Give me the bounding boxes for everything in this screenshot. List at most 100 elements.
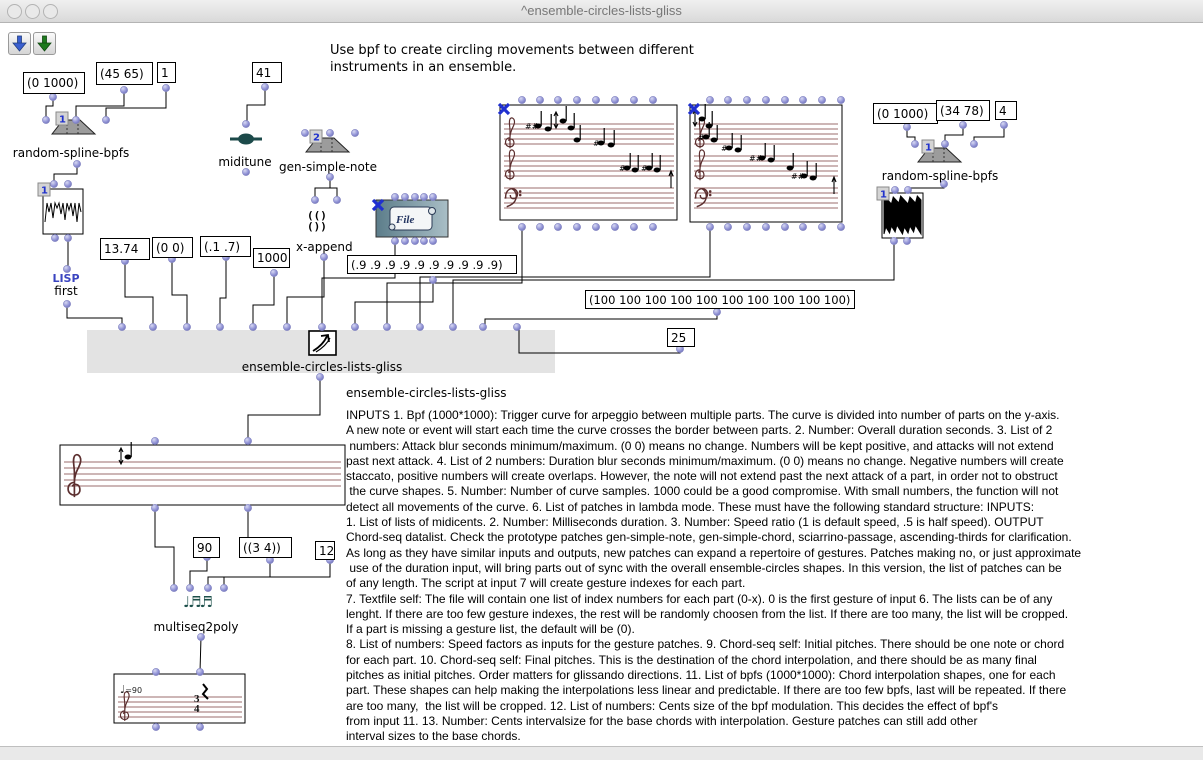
port-dot[interactable] xyxy=(429,276,436,283)
port-dot[interactable] xyxy=(903,123,910,130)
export-button[interactable] xyxy=(33,32,56,55)
port-dot[interactable] xyxy=(420,193,427,200)
port-dot[interactable] xyxy=(799,96,806,103)
port-dot[interactable] xyxy=(401,193,408,200)
value-box[interactable]: 1 xyxy=(157,62,176,83)
port-dot[interactable] xyxy=(762,96,769,103)
port-dot[interactable] xyxy=(799,223,806,230)
delete-x-icon[interactable] xyxy=(497,101,511,115)
port-dot[interactable] xyxy=(818,96,825,103)
port-dot[interactable] xyxy=(401,237,408,244)
port-dot[interactable] xyxy=(611,223,618,230)
port-dot[interactable] xyxy=(261,83,268,90)
port-dot[interactable] xyxy=(152,668,159,675)
x-append-icon[interactable]: (() ()) xyxy=(307,210,327,232)
port-dot[interactable] xyxy=(152,723,159,730)
score-box[interactable] xyxy=(60,445,345,505)
value-box[interactable]: (100 100 100 100 100 100 100 100 100 100… xyxy=(585,290,855,309)
port-dot[interactable] xyxy=(326,129,333,136)
port-dot[interactable] xyxy=(416,323,423,330)
port-dot[interactable] xyxy=(411,193,418,200)
port-dot[interactable] xyxy=(713,308,720,315)
import-button[interactable] xyxy=(8,32,31,55)
port-dot[interactable] xyxy=(216,323,223,330)
port-dot[interactable] xyxy=(186,584,193,591)
window-resize-strip[interactable] xyxy=(0,746,1203,760)
port-dot[interactable] xyxy=(411,237,418,244)
value-box[interactable]: (0 1000) xyxy=(873,103,938,124)
port-dot[interactable] xyxy=(959,121,966,128)
value-box[interactable]: 12 xyxy=(315,541,335,560)
port-dot[interactable] xyxy=(837,223,844,230)
port-dot[interactable] xyxy=(320,253,327,260)
port-dot[interactable] xyxy=(196,668,203,675)
port-dot[interactable] xyxy=(72,116,79,123)
port-dot[interactable] xyxy=(891,186,898,193)
value-box[interactable]: 13.74 xyxy=(100,238,150,260)
port-dot[interactable] xyxy=(270,269,277,276)
port-dot[interactable] xyxy=(351,129,358,136)
port-dot[interactable] xyxy=(536,96,543,103)
port-dot[interactable] xyxy=(183,323,190,330)
port-dot[interactable] xyxy=(518,223,525,230)
port-dot[interactable] xyxy=(64,180,71,187)
multiseq2poly-icon[interactable]: ♩♬♬ xyxy=(183,593,211,611)
value-box[interactable]: ((3 4)) xyxy=(239,537,292,558)
value-box[interactable]: 41 xyxy=(252,62,282,83)
port-dot[interactable] xyxy=(50,180,57,187)
port-dot[interactable] xyxy=(51,234,58,241)
delete-x-icon[interactable] xyxy=(371,197,385,211)
port-dot[interactable] xyxy=(724,223,731,230)
value-box[interactable]: (.9 .9 .9 .9 .9 .9 .9 .9 .9 .9) xyxy=(347,255,517,274)
port-dot[interactable] xyxy=(536,223,543,230)
port-dot[interactable] xyxy=(818,223,825,230)
port-dot[interactable] xyxy=(513,323,520,330)
port-dot[interactable] xyxy=(244,437,251,444)
port-dot[interactable] xyxy=(197,633,204,640)
port-dot[interactable] xyxy=(890,237,897,244)
port-dot[interactable] xyxy=(518,96,525,103)
port-dot[interactable] xyxy=(743,96,750,103)
port-dot[interactable] xyxy=(449,323,456,330)
port-dot[interactable] xyxy=(120,86,127,93)
miditune-icon[interactable] xyxy=(238,134,254,145)
port-dot[interactable] xyxy=(762,223,769,230)
port-dot[interactable] xyxy=(244,504,251,511)
port-dot[interactable] xyxy=(781,223,788,230)
value-box[interactable]: (34 78) xyxy=(936,100,990,121)
port-dot[interactable] xyxy=(151,504,158,511)
port-dot[interactable] xyxy=(242,120,249,127)
port-dot[interactable] xyxy=(630,96,637,103)
value-box[interactable]: (0 1000) xyxy=(23,72,85,94)
port-dot[interactable] xyxy=(724,96,731,103)
port-dot[interactable] xyxy=(149,323,156,330)
port-dot[interactable] xyxy=(904,186,911,193)
port-dot[interactable] xyxy=(391,193,398,200)
port-dot[interactable] xyxy=(420,237,427,244)
port-dot[interactable] xyxy=(301,129,308,136)
value-box[interactable]: 90 xyxy=(193,537,220,558)
port-dot[interactable] xyxy=(781,96,788,103)
port-dot[interactable] xyxy=(249,323,256,330)
port-dot[interactable] xyxy=(649,223,656,230)
port-dot[interactable] xyxy=(554,223,561,230)
port-dot[interactable] xyxy=(706,223,713,230)
port-dot[interactable] xyxy=(592,96,599,103)
port-dot[interactable] xyxy=(706,96,713,103)
port-dot[interactable] xyxy=(118,323,125,330)
port-dot[interactable] xyxy=(383,323,390,330)
port-dot[interactable] xyxy=(479,323,486,330)
port-dot[interactable] xyxy=(970,140,977,147)
value-box[interactable]: 4 xyxy=(995,101,1017,120)
value-box[interactable]: (0 0) xyxy=(152,237,193,258)
port-dot[interactable] xyxy=(554,96,561,103)
port-dot[interactable] xyxy=(630,223,637,230)
port-dot[interactable] xyxy=(204,584,211,591)
value-box[interactable]: (.1 .7) xyxy=(200,236,251,257)
port-dot[interactable] xyxy=(64,234,71,241)
port-dot[interactable] xyxy=(911,140,918,147)
port-dot[interactable] xyxy=(102,116,109,123)
value-box[interactable]: 25 xyxy=(667,328,695,347)
port-dot[interactable] xyxy=(903,237,910,244)
value-box[interactable]: 1000 xyxy=(253,248,290,268)
